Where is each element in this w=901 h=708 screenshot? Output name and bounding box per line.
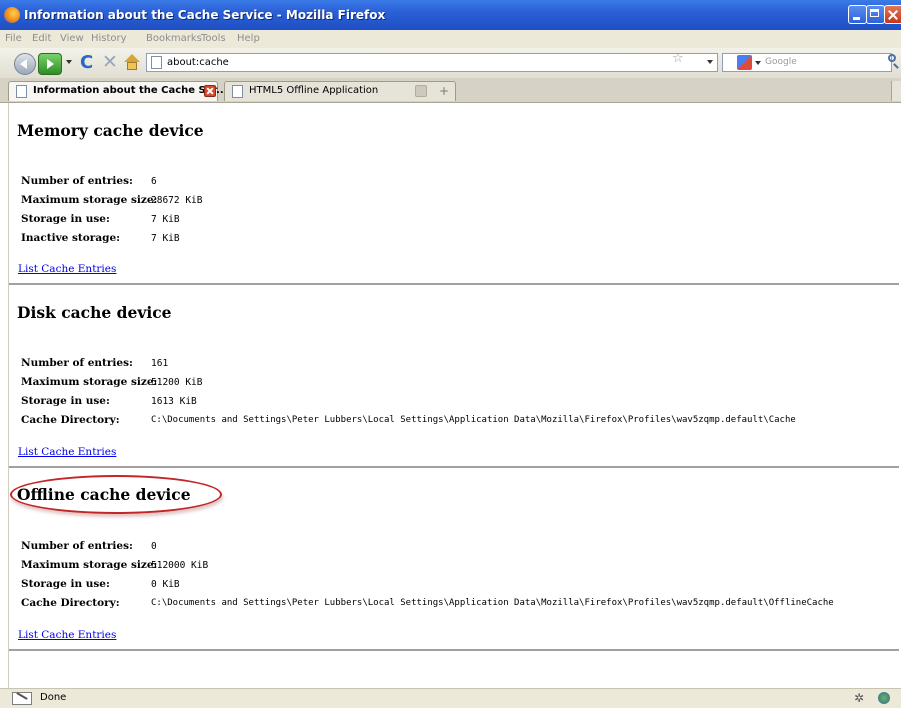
back-button[interactable] bbox=[14, 53, 36, 75]
section-heading-memory: Memory cache device bbox=[17, 121, 204, 140]
tab-close-icon[interactable] bbox=[204, 85, 216, 97]
row-label: Number of entries: bbox=[21, 357, 133, 369]
row-value: 0 bbox=[151, 541, 157, 552]
url-dropdown-icon[interactable] bbox=[707, 60, 713, 64]
menu-help[interactable]: Help bbox=[237, 33, 260, 44]
tab-title[interactable]: Information about the Cache Ser... bbox=[33, 85, 227, 96]
row-value: 512000 KiB bbox=[151, 560, 209, 571]
page-content: Memory cache device Number of entries: 6… bbox=[8, 103, 901, 688]
page-icon bbox=[232, 85, 243, 98]
section-divider bbox=[9, 649, 899, 651]
new-tab-icon[interactable]: + bbox=[439, 84, 449, 98]
tab-list-button[interactable] bbox=[891, 81, 901, 101]
row-value: C:\Documents and Settings\Peter Lubbers\… bbox=[151, 415, 796, 425]
firefox-icon bbox=[4, 7, 20, 23]
history-dropdown-icon[interactable] bbox=[66, 60, 72, 64]
window-title: Information about the Cache Service - Mo… bbox=[24, 8, 386, 22]
tab-offline-app[interactable]: HTML5 Offline Application + bbox=[224, 81, 456, 101]
row-value: 0 KiB bbox=[151, 579, 180, 590]
globe-icon[interactable] bbox=[878, 692, 890, 704]
row-value: 51200 KiB bbox=[151, 377, 203, 388]
search-bar[interactable]: Google bbox=[722, 53, 892, 72]
bookmark-star-icon[interactable]: ☆ bbox=[672, 51, 684, 66]
search-engine-dropdown-icon[interactable] bbox=[755, 61, 761, 65]
navigation-toolbar: C ✕ about:cache ☆ Google bbox=[0, 48, 901, 78]
row-label: Storage in use: bbox=[21, 213, 110, 225]
home-icon[interactable] bbox=[124, 54, 140, 70]
status-text: Done bbox=[40, 692, 67, 703]
section-heading-disk: Disk cache device bbox=[17, 303, 172, 322]
row-value: 161 bbox=[151, 358, 169, 369]
url-bar[interactable]: about:cache bbox=[146, 53, 718, 72]
status-bar: Done ✲ bbox=[0, 688, 901, 708]
row-label: Cache Directory: bbox=[21, 414, 120, 426]
tab-cache-info[interactable]: Information about the Cache Ser... bbox=[8, 81, 227, 101]
row-value: 28672 KiB bbox=[151, 195, 203, 206]
menu-history[interactable]: History bbox=[91, 33, 127, 44]
row-label: Inactive storage: bbox=[21, 232, 121, 244]
google-icon[interactable] bbox=[737, 55, 752, 70]
section-divider bbox=[9, 283, 899, 285]
row-label: Storage in use: bbox=[21, 578, 110, 590]
row-label: Maximum storage size: bbox=[21, 559, 158, 571]
search-icon[interactable] bbox=[888, 54, 896, 62]
menu-file[interactable]: File bbox=[5, 33, 22, 44]
row-label: Number of entries: bbox=[21, 175, 133, 187]
search-placeholder[interactable]: Google bbox=[765, 57, 797, 67]
row-value: C:\Documents and Settings\Peter Lubbers\… bbox=[151, 598, 834, 608]
row-label: Maximum storage size: bbox=[21, 194, 158, 206]
minimize-button[interactable] bbox=[848, 5, 867, 24]
close-window-button[interactable] bbox=[884, 5, 901, 24]
row-label: Cache Directory: bbox=[21, 597, 120, 609]
row-value: 1613 KiB bbox=[151, 396, 197, 407]
row-label: Maximum storage size: bbox=[21, 376, 158, 388]
tab-bar: Information about the Cache Ser... HTML5… bbox=[0, 78, 901, 103]
list-cache-entries-link-disk[interactable]: List Cache Entries bbox=[18, 446, 116, 458]
row-label: Storage in use: bbox=[21, 395, 110, 407]
stop-icon[interactable]: ✕ bbox=[102, 51, 118, 73]
list-cache-entries-link-memory[interactable]: List Cache Entries bbox=[18, 263, 116, 275]
section-heading-offline: Offline cache device bbox=[17, 485, 191, 504]
reload-icon[interactable]: C bbox=[80, 52, 93, 73]
status-icon bbox=[12, 692, 32, 705]
row-value: 7 KiB bbox=[151, 233, 180, 244]
row-value: 6 bbox=[151, 176, 157, 187]
page-icon bbox=[16, 85, 27, 98]
menu-tools[interactable]: Tools bbox=[201, 33, 226, 44]
tab-title[interactable]: HTML5 Offline Application bbox=[249, 85, 378, 96]
menu-view[interactable]: View bbox=[60, 33, 84, 44]
forward-button[interactable] bbox=[38, 53, 62, 75]
window-title-bar: Information about the Cache Service - Mo… bbox=[0, 0, 901, 31]
menu-bar: File Edit View History Bookmarks Tools H… bbox=[0, 30, 901, 48]
row-value: 7 KiB bbox=[151, 214, 180, 225]
bug-icon[interactable]: ✲ bbox=[854, 691, 868, 705]
page-icon bbox=[151, 56, 162, 69]
row-label: Number of entries: bbox=[21, 540, 133, 552]
menu-edit[interactable]: Edit bbox=[32, 33, 51, 44]
menu-bookmarks[interactable]: Bookmarks bbox=[146, 33, 202, 44]
list-cache-entries-link-offline[interactable]: List Cache Entries bbox=[18, 629, 116, 641]
section-divider bbox=[9, 466, 899, 468]
tab-close-icon[interactable] bbox=[415, 85, 427, 97]
url-text[interactable]: about:cache bbox=[167, 57, 229, 68]
maximize-button[interactable] bbox=[866, 5, 885, 24]
